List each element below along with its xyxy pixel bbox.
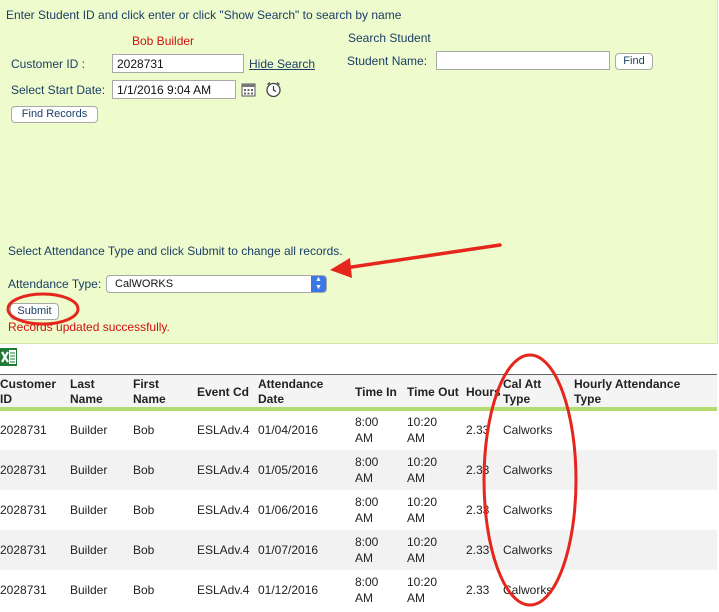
cell-hours: 2.33 [466, 503, 490, 517]
cell-last-name: Builder [70, 583, 108, 597]
cell-event-cd: ESLAdv.4 [197, 423, 250, 437]
cell-attendance-date: 01/04/2016 [258, 423, 319, 437]
search-panel: Enter Student ID and click enter or clic… [0, 0, 718, 344]
submit-button[interactable]: Submit [10, 303, 59, 320]
cell-event-cd: ESLAdv.4 [197, 503, 250, 517]
cell-attendance-date: 01/07/2016 [258, 543, 319, 557]
cell-last-name: Builder [70, 423, 108, 437]
cell-first-name: Bob [133, 463, 155, 477]
col-customer-id[interactable]: Customer ID [0, 377, 60, 407]
cell-first-name: Bob [133, 543, 155, 557]
attendance-instruction: Select Attendance Type and click Submit … [8, 244, 343, 258]
cell-cal-att-type: Calworks [503, 583, 553, 597]
col-hourly-attendance-type[interactable]: Hourly Attendance Type [574, 377, 704, 407]
cell-customer-id: 2028731 [0, 503, 47, 517]
cell-time-out: 10:20 AM [407, 575, 438, 605]
table-row: 2028731 Builder Bob ESLAdv.4 01/06/2016 … [0, 490, 717, 530]
col-first-name[interactable]: First Name [133, 377, 181, 407]
cell-hours: 2.33 [466, 423, 490, 437]
cell-attendance-date: 01/12/2016 [258, 583, 319, 597]
search-instruction: Enter Student ID and click enter or clic… [6, 8, 402, 22]
cell-first-name: Bob [133, 423, 155, 437]
table-row: 2028731 Builder Bob ESLAdv.4 01/07/2016 … [0, 530, 717, 570]
search-student-title: Search Student [348, 31, 431, 45]
table-header: Customer ID Last Name First Name Event C… [0, 374, 717, 411]
cell-time-out: 10:20 AM [407, 455, 438, 485]
cell-time-out: 10:20 AM [407, 495, 438, 525]
attendance-type-select[interactable]: CalWORKS ▲ ▼ [106, 275, 327, 293]
cell-time-out: 10:20 AM [407, 415, 438, 445]
table-row: 2028731 Builder Bob ESLAdv.4 01/05/2016 … [0, 450, 717, 490]
col-cal-att-type[interactable]: Cal Att Type [503, 377, 563, 407]
cell-cal-att-type: Calworks [503, 463, 553, 477]
col-attendance-date[interactable]: Attendance Date [258, 377, 338, 407]
customer-id-input[interactable] [112, 54, 244, 73]
cell-time-in: 8:00 AM [355, 575, 379, 605]
cell-cal-att-type: Calworks [503, 543, 553, 557]
status-message: Records updated successfully. [8, 320, 170, 334]
attendance-type-label: Attendance Type: [8, 277, 102, 291]
cell-cal-att-type: Calworks [503, 423, 553, 437]
find-button[interactable]: Find [615, 53, 653, 70]
cell-time-in: 8:00 AM [355, 495, 379, 525]
cell-time-in: 8:00 AM [355, 455, 379, 485]
find-records-button[interactable]: Find Records [11, 106, 98, 123]
customer-id-label: Customer ID : [11, 57, 86, 71]
attendance-table: Customer ID Last Name First Name Event C… [0, 374, 717, 612]
cell-time-in: 8:00 AM [355, 415, 379, 445]
cell-customer-id: 2028731 [0, 423, 47, 437]
cell-attendance-date: 01/05/2016 [258, 463, 319, 477]
cell-customer-id: 2028731 [0, 583, 47, 597]
cell-last-name: Builder [70, 463, 108, 477]
clock-icon[interactable] [265, 81, 282, 98]
cell-time-in: 8:00 AM [355, 535, 379, 565]
hide-search-link[interactable]: Hide Search [249, 57, 315, 71]
student-display-name: Bob Builder [132, 34, 195, 48]
calendar-icon[interactable] [241, 82, 256, 97]
table-row: 2028731 Builder Bob ESLAdv.4 01/12/2016 … [0, 570, 717, 610]
attendance-type-value: CalWORKS [115, 278, 174, 290]
cell-time-out: 10:20 AM [407, 535, 438, 565]
cell-hours: 2.33 [466, 463, 490, 477]
cell-customer-id: 2028731 [0, 463, 47, 477]
col-time-out[interactable]: Time Out [407, 385, 467, 400]
cell-event-cd: ESLAdv.4 [197, 463, 250, 477]
student-name-label: Student Name: [347, 54, 428, 68]
cell-last-name: Builder [70, 543, 108, 557]
col-event-cd[interactable]: Event Cd [197, 385, 257, 400]
cell-last-name: Builder [70, 503, 108, 517]
start-date-label: Select Start Date: [11, 83, 106, 97]
start-date-input[interactable] [112, 80, 236, 99]
cell-event-cd: ESLAdv.4 [197, 543, 250, 557]
cell-hours: 2.33 [466, 583, 490, 597]
student-name-input[interactable] [436, 51, 610, 70]
select-chevron-icon: ▲ ▼ [311, 276, 326, 292]
cell-hours: 2.33 [466, 543, 490, 557]
table-row: 2028731 Builder Bob ESLAdv.4 01/04/2016 … [0, 410, 717, 450]
cell-first-name: Bob [133, 503, 155, 517]
col-last-name[interactable]: Last Name [70, 377, 120, 407]
col-time-in[interactable]: Time In [355, 385, 405, 400]
cell-customer-id: 2028731 [0, 543, 47, 557]
cell-event-cd: ESLAdv.4 [197, 583, 250, 597]
cell-attendance-date: 01/06/2016 [258, 503, 319, 517]
col-hours[interactable]: Hours [466, 385, 506, 400]
cell-first-name: Bob [133, 583, 155, 597]
cell-cal-att-type: Calworks [503, 503, 553, 517]
excel-export-icon[interactable] [0, 347, 18, 367]
